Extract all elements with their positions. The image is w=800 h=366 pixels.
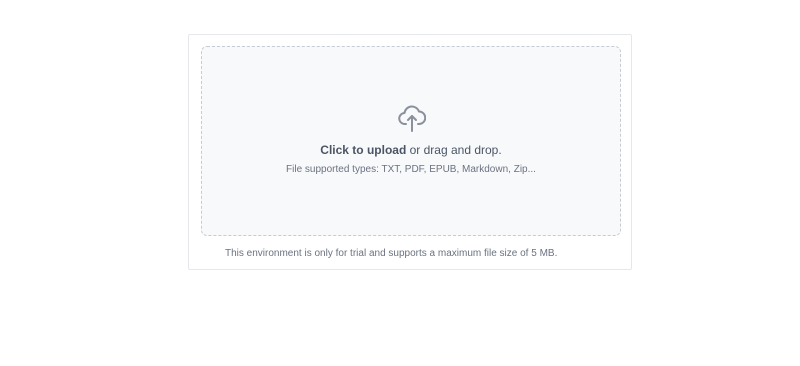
drag-drop-text: or drag and drop. [406,143,502,157]
file-size-note: This environment is only for trial and s… [225,248,558,259]
file-dropzone[interactable]: Click to upload or drag and drop. File s… [201,46,621,236]
upload-card: Click to upload or drag and drop. File s… [188,34,632,270]
supported-types-text: File supported types: TXT, PDF, EPUB, Ma… [286,164,536,175]
click-to-upload-link[interactable]: Click to upload [320,143,406,157]
upload-instruction: Click to upload or drag and drop. [202,143,620,157]
cloud-upload-icon [398,103,427,133]
